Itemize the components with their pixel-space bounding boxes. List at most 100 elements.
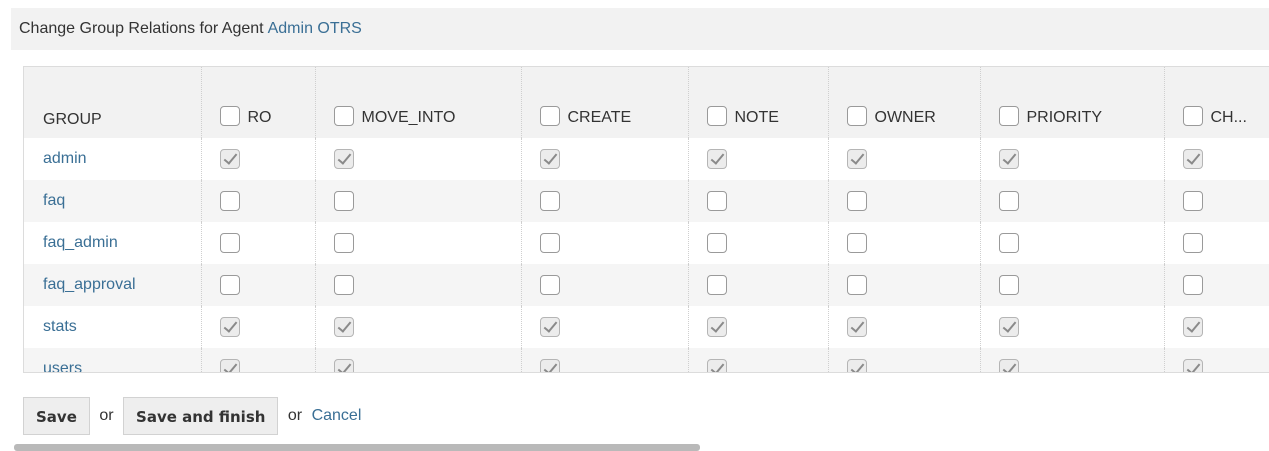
- permission-cell-move-into: [315, 306, 522, 348]
- permission-cell-priority: [980, 138, 1165, 180]
- permission-cell-create: [521, 348, 689, 372]
- or-separator: or: [99, 407, 114, 424]
- save-and-finish-button[interactable]: Save and finish: [123, 397, 279, 435]
- panel-header: Change Group Relations for Agent Admin OT…: [11, 8, 1269, 50]
- ch-permission-checkbox[interactable]: [1182, 359, 1203, 372]
- permission-cell-note: [688, 180, 829, 222]
- priority-permission-checkbox[interactable]: [998, 191, 1019, 211]
- permission-cell-owner: [828, 348, 981, 372]
- permission-cell-move-into: [315, 264, 522, 306]
- group-name-link[interactable]: admin: [24, 138, 202, 180]
- permission-cell-ro: [201, 180, 316, 222]
- table-row: faq_admin: [24, 222, 1269, 264]
- ro-permission-checkbox[interactable]: [219, 191, 240, 211]
- create-permission-checkbox[interactable]: [539, 233, 560, 253]
- relations-table-scroll[interactable]: GROUP RO MOVE_INTO CREATE NOTE OWNER PRI…: [23, 66, 1269, 373]
- move-into-permission-checkbox[interactable]: [333, 317, 354, 337]
- column-label-create: CREATE: [567, 109, 632, 126]
- select-all-create-checkbox[interactable]: [539, 106, 560, 126]
- table-row: users: [24, 348, 1269, 372]
- permission-cell-owner: [828, 264, 981, 306]
- relations-table-body: admin faq faq_admin faq_approval stats users: [24, 138, 1269, 372]
- move-into-permission-checkbox[interactable]: [333, 149, 354, 169]
- select-all-priority-checkbox[interactable]: [998, 106, 1019, 126]
- permission-cell-ro: [201, 264, 316, 306]
- permission-cell-note: [688, 264, 829, 306]
- ro-permission-checkbox[interactable]: [219, 233, 240, 253]
- ro-permission-checkbox[interactable]: [219, 359, 240, 372]
- permission-cell-ch: [1164, 348, 1269, 372]
- permission-cell-create: [521, 138, 689, 180]
- note-permission-checkbox[interactable]: [706, 149, 727, 169]
- create-permission-checkbox[interactable]: [539, 149, 560, 169]
- table-row: stats: [24, 306, 1269, 348]
- group-name-link[interactable]: faq: [24, 180, 202, 222]
- select-all-move-into-checkbox[interactable]: [333, 106, 354, 126]
- permission-cell-ch: [1164, 264, 1269, 306]
- permission-cell-priority: [980, 180, 1165, 222]
- priority-permission-checkbox[interactable]: [998, 149, 1019, 169]
- horizontal-scrollbar[interactable]: [14, 444, 700, 451]
- priority-permission-checkbox[interactable]: [998, 275, 1019, 295]
- permission-cell-priority: [980, 222, 1165, 264]
- note-permission-checkbox[interactable]: [706, 275, 727, 295]
- ro-permission-checkbox[interactable]: [219, 149, 240, 169]
- group-name-link[interactable]: faq_admin: [24, 222, 202, 264]
- permission-cell-note: [688, 222, 829, 264]
- note-permission-checkbox[interactable]: [706, 191, 727, 211]
- ro-permission-checkbox[interactable]: [219, 317, 240, 337]
- permission-cell-create: [521, 264, 689, 306]
- select-all-ch-checkbox[interactable]: [1182, 106, 1203, 126]
- priority-permission-checkbox[interactable]: [998, 359, 1019, 372]
- priority-permission-checkbox[interactable]: [998, 233, 1019, 253]
- ro-permission-checkbox[interactable]: [219, 275, 240, 295]
- cancel-link[interactable]: Cancel: [312, 397, 362, 435]
- table-row: faq: [24, 180, 1269, 222]
- owner-permission-checkbox[interactable]: [846, 359, 867, 372]
- permission-cell-ro: [201, 348, 316, 372]
- table-header-row: GROUP RO MOVE_INTO CREATE NOTE OWNER PRI…: [24, 67, 1269, 138]
- owner-permission-checkbox[interactable]: [846, 233, 867, 253]
- owner-permission-checkbox[interactable]: [846, 317, 867, 337]
- column-header-priority: PRIORITY: [980, 67, 1165, 138]
- note-permission-checkbox[interactable]: [706, 317, 727, 337]
- priority-permission-checkbox[interactable]: [998, 317, 1019, 337]
- select-all-note-checkbox[interactable]: [706, 106, 727, 126]
- move-into-permission-checkbox[interactable]: [333, 191, 354, 211]
- move-into-permission-checkbox[interactable]: [333, 359, 354, 372]
- create-permission-checkbox[interactable]: [539, 359, 560, 372]
- column-header-create: CREATE: [521, 67, 689, 138]
- table-row: admin: [24, 138, 1269, 180]
- agent-name-link[interactable]: Admin OTRS: [268, 20, 362, 37]
- create-permission-checkbox[interactable]: [539, 275, 560, 295]
- permission-cell-ro: [201, 222, 316, 264]
- note-permission-checkbox[interactable]: [706, 233, 727, 253]
- owner-permission-checkbox[interactable]: [846, 191, 867, 211]
- ch-permission-checkbox[interactable]: [1182, 191, 1203, 211]
- note-permission-checkbox[interactable]: [706, 359, 727, 372]
- group-name-link[interactable]: faq_approval: [24, 264, 202, 306]
- column-label-ch: CH...: [1210, 109, 1247, 126]
- panel-content: GROUP RO MOVE_INTO CREATE NOTE OWNER PRI…: [11, 50, 1269, 451]
- group-name-link[interactable]: stats: [24, 306, 202, 348]
- permission-cell-ch: [1164, 222, 1269, 264]
- relations-table: GROUP RO MOVE_INTO CREATE NOTE OWNER PRI…: [24, 67, 1269, 372]
- owner-permission-checkbox[interactable]: [846, 275, 867, 295]
- select-all-owner-checkbox[interactable]: [846, 106, 867, 126]
- group-name-link[interactable]: users: [24, 348, 202, 372]
- create-permission-checkbox[interactable]: [539, 317, 560, 337]
- owner-permission-checkbox[interactable]: [846, 149, 867, 169]
- create-permission-checkbox[interactable]: [539, 191, 560, 211]
- permission-cell-ch: [1164, 180, 1269, 222]
- ch-permission-checkbox[interactable]: [1182, 275, 1203, 295]
- permission-cell-owner: [828, 306, 981, 348]
- column-label-move-into: MOVE_INTO: [361, 109, 456, 126]
- permission-cell-ch: [1164, 138, 1269, 180]
- save-button[interactable]: Save: [23, 397, 90, 435]
- move-into-permission-checkbox[interactable]: [333, 233, 354, 253]
- select-all-ro-checkbox[interactable]: [219, 106, 240, 126]
- move-into-permission-checkbox[interactable]: [333, 275, 354, 295]
- ch-permission-checkbox[interactable]: [1182, 149, 1203, 169]
- ch-permission-checkbox[interactable]: [1182, 317, 1203, 337]
- ch-permission-checkbox[interactable]: [1182, 233, 1203, 253]
